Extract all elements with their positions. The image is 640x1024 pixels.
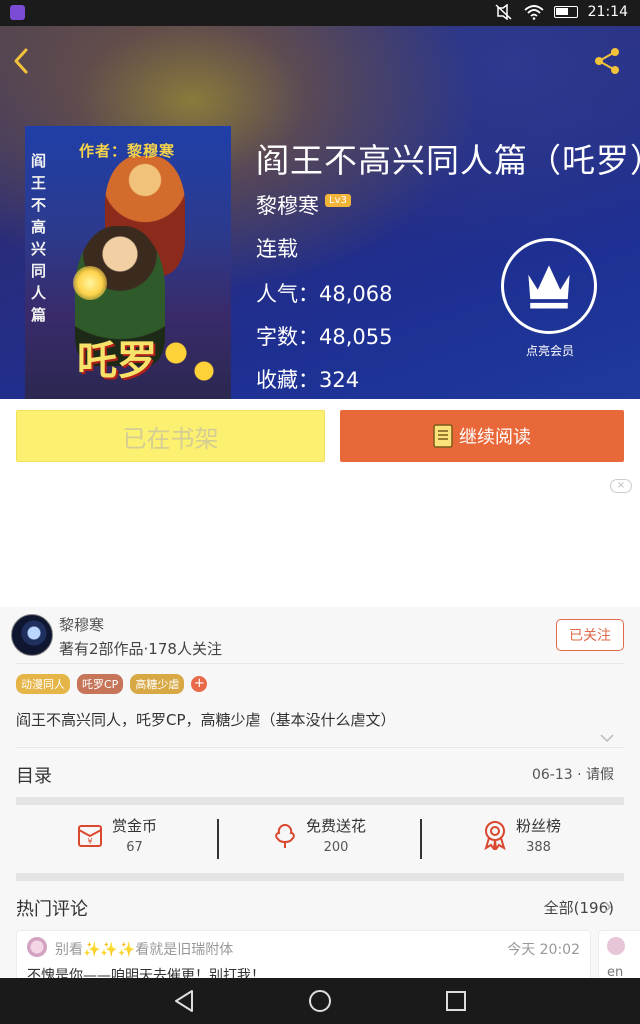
vip-label[interactable]: 点亮会员 <box>500 342 600 359</box>
tag[interactable]: 动漫同人 <box>16 674 70 694</box>
popularity-stat: 人气：48,068 <box>256 282 393 306</box>
reward-coins[interactable]: ¥ 赏金币 67 <box>76 815 157 855</box>
vip-crown-icon[interactable] <box>501 238 597 334</box>
wifi-icon <box>524 5 544 20</box>
catalog-row[interactable]: 目录 06-13 · 请假 <box>0 752 640 796</box>
book-header: 作者：黎穆寒 阎王不高兴同人篇 吒罗 阎王不高兴同人篇（吒罗） 黎穆寒 Lv3 … <box>0 26 640 399</box>
reward-label: 粉丝榜 <box>516 817 562 835</box>
serial-status: 连载 <box>256 237 298 261</box>
hot-comments-header[interactable]: 热门评论 全部(196) <box>0 885 640 929</box>
mute-icon <box>495 4 512 20</box>
reward-flowers[interactable]: 免费送花 200 <box>272 815 366 855</box>
clock: 21:14 <box>587 4 628 20</box>
app-notification-icon <box>10 5 25 20</box>
status-bar: 21:14 <box>0 0 640 26</box>
tag[interactable]: 吒罗CP <box>77 674 124 694</box>
nav-home-icon[interactable] <box>306 987 334 1015</box>
book-icon <box>433 424 453 448</box>
chevron-right-icon <box>604 901 612 913</box>
status-icons: 21:14 <box>494 4 628 20</box>
author-row[interactable]: 黎穆寒 Lv3 <box>256 190 351 220</box>
hot-comments-title: 热门评论 <box>16 899 88 920</box>
cover-author-text: 作者：黎穆寒 <box>79 142 176 160</box>
share-icon[interactable] <box>592 46 622 76</box>
nav-back-icon[interactable] <box>170 987 198 1015</box>
author-level-badge: Lv3 <box>325 193 351 207</box>
author-name[interactable]: 黎穆寒 <box>256 190 319 220</box>
back-icon[interactable] <box>8 44 36 78</box>
favorites-stat: 收藏：324 <box>256 368 360 392</box>
system-nav-bar <box>0 978 640 1024</box>
cover-title-text: 吒罗 <box>77 338 157 384</box>
catalog-latest: 06-13 · 请假 <box>531 767 614 783</box>
continue-reading-label: 继续阅读 <box>459 427 531 448</box>
author-meta: 著有2部作品·178人关注 <box>59 640 222 658</box>
action-bar: 已在书架 继续阅读 <box>0 399 640 473</box>
battery-icon <box>553 6 578 18</box>
chevron-right-icon <box>604 768 612 780</box>
reward-count: 67 <box>126 840 143 855</box>
nav-recents-icon[interactable] <box>442 987 470 1015</box>
reward-count: 200 <box>323 840 349 855</box>
ad-close-icon[interactable]: × <box>610 479 632 493</box>
reward-label: 免费送花 <box>306 817 367 835</box>
commenter-avatar[interactable] <box>27 937 47 957</box>
section-separator <box>16 873 624 881</box>
coin-envelope-icon: ¥ <box>78 825 102 847</box>
reward-count: 388 <box>526 840 551 855</box>
author-section-name[interactable]: 黎穆寒 <box>59 614 104 635</box>
reward-fan-rank[interactable]: 粉丝榜 388 <box>482 815 561 855</box>
book-description: 阎王不高兴同人，吒罗CP，高糖少虐（基本没什么虐文） <box>16 711 396 729</box>
commenter-name[interactable]: 别看✨✨✨看就是旧瑞附体 <box>55 939 233 959</box>
author-avatar[interactable] <box>11 614 53 656</box>
tag-list: 动漫同人 吒罗CP 高糖少虐 + <box>16 674 208 694</box>
ad-banner: × <box>0 473 640 607</box>
continue-reading-button[interactable]: 继续阅读 <box>340 410 624 462</box>
app-root: 21:14 作者：黎穆寒 阎王不高兴同人篇 吒罗 阎王不高兴同人篇（吒罗） 黎穆… <box>0 0 640 1024</box>
reward-label: 赏金币 <box>112 817 158 835</box>
divider <box>16 663 624 664</box>
medal-icon <box>484 821 506 850</box>
add-to-shelf-button[interactable]: 已在书架 <box>16 410 325 462</box>
tag[interactable]: 高糖少虐 <box>130 674 185 694</box>
reward-row: ¥ 赏金币 67 免费送花 200 粉丝榜 388 <box>0 805 640 871</box>
cover-flowers <box>155 329 225 389</box>
follow-button[interactable]: 已关注 <box>556 619 624 651</box>
svg-text:¥: ¥ <box>87 837 92 846</box>
flower-icon <box>275 823 295 848</box>
book-title: 阎王不高兴同人篇（吒罗） <box>256 141 640 180</box>
section-separator <box>16 797 624 805</box>
chevron-down-icon[interactable] <box>600 733 614 743</box>
separator <box>217 819 219 859</box>
word-count-stat: 字数：48,055 <box>256 325 393 349</box>
book-cover[interactable]: 作者：黎穆寒 阎王不高兴同人篇 吒罗 <box>25 126 231 399</box>
add-tag-button[interactable]: + <box>191 676 208 692</box>
cover-lantern <box>73 266 107 300</box>
catalog-title: 目录 <box>16 766 52 787</box>
comment-time: 今天 20:02 <box>507 942 580 958</box>
commenter-avatar[interactable] <box>607 937 625 955</box>
divider <box>16 747 624 748</box>
cover-side-text: 阎王不高兴同人篇 <box>31 152 47 324</box>
separator <box>420 819 422 859</box>
